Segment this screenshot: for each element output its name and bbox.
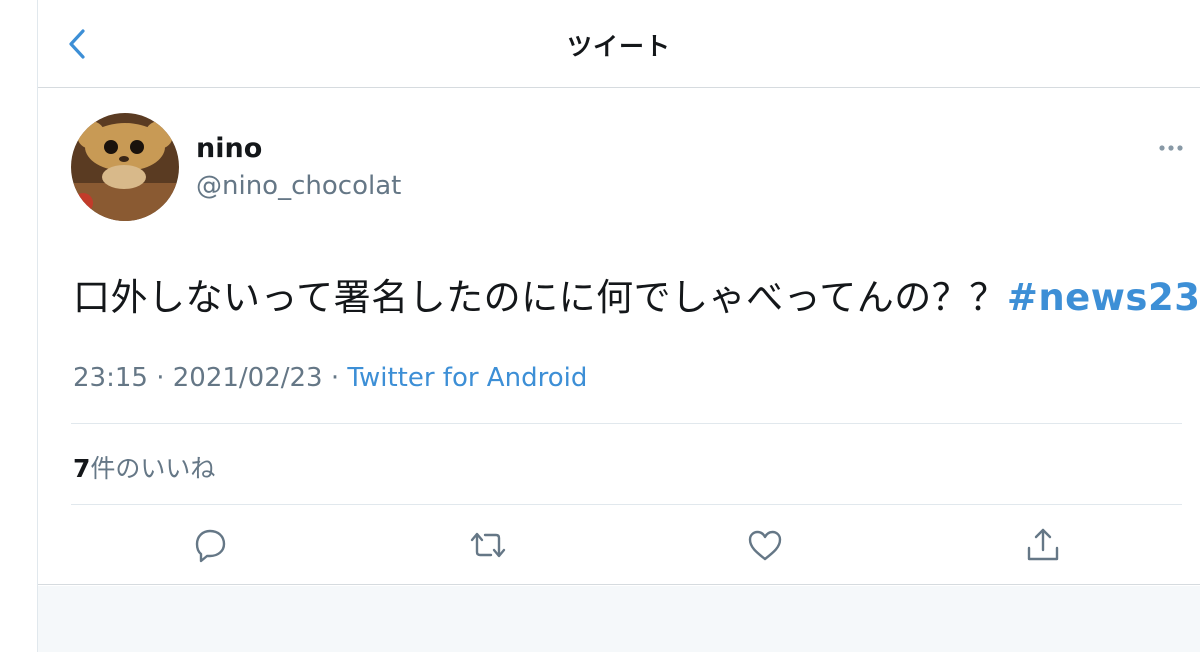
empty-area: [38, 586, 1200, 652]
share-icon: [1027, 528, 1059, 561]
avatar-image: [71, 113, 179, 221]
retweet-button[interactable]: [468, 525, 508, 565]
meta-separator: ·: [147, 363, 173, 393]
more-horizontal-icon: [1159, 145, 1183, 151]
hashtag-link[interactable]: #news23: [1007, 276, 1200, 319]
share-button[interactable]: [1023, 525, 1063, 565]
tweet-body: 口外しないって署名したのにに何でしゃべってんの？？: [73, 276, 1007, 319]
heart-icon: [748, 530, 782, 561]
likes-summary[interactable]: 7件のいいね: [73, 449, 215, 485]
divider: [71, 423, 1182, 424]
user-display-name[interactable]: nino: [196, 133, 262, 164]
tweet-date: 2021/02/23: [172, 363, 323, 393]
retweet-icon: [470, 532, 506, 558]
avatar[interactable]: [71, 113, 179, 221]
tweet-metadata: 23:15 · 2021/02/23 · Twitter for Android: [73, 363, 587, 393]
tweet-source-link[interactable]: Twitter for Android: [347, 363, 587, 393]
reply-icon: [195, 529, 226, 563]
likes-label: 件のいいね: [90, 454, 216, 483]
reply-button[interactable]: [190, 525, 230, 565]
likes-count: 7: [73, 454, 91, 483]
like-button[interactable]: [745, 525, 785, 565]
tweet-time: 23:15: [73, 363, 148, 393]
page-title: ツイート: [566, 32, 671, 61]
tweet-detail: nino @nino_chocolat 口外しないって署名したのにに何でしゃべっ…: [38, 89, 1200, 585]
more-options-button[interactable]: [1156, 135, 1186, 161]
tweet-text: 口外しないって署名したのにに何でしゃべってんの？？#news23: [73, 267, 1200, 321]
top-nav-bar: ツイート: [38, 0, 1200, 88]
user-handle[interactable]: @nino_chocolat: [196, 171, 401, 201]
meta-separator: ·: [322, 363, 348, 393]
divider: [71, 504, 1182, 505]
